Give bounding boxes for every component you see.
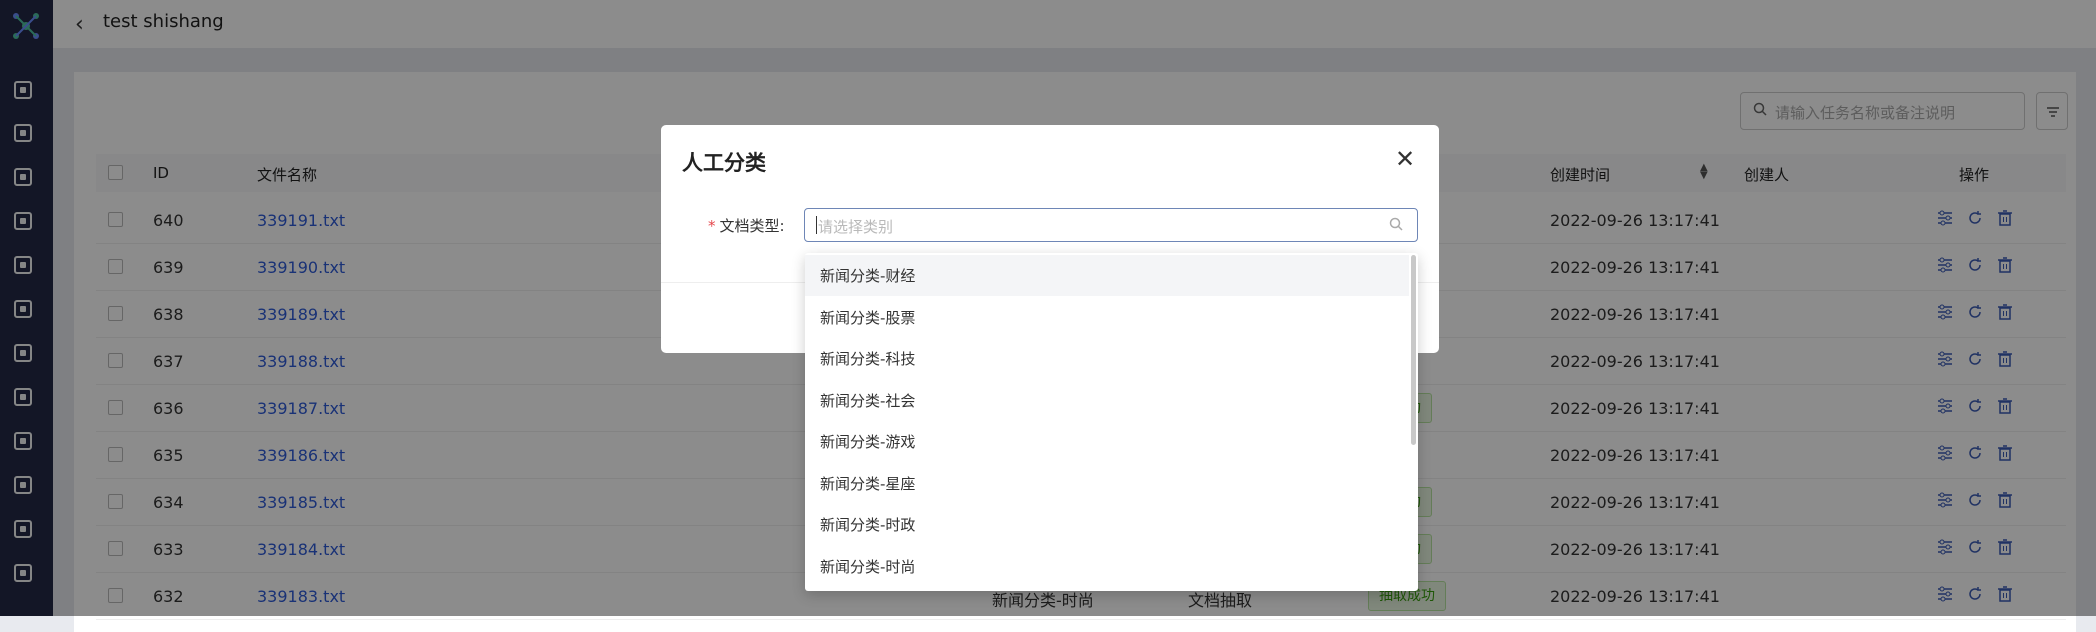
dropdown-option[interactable]: 新闻分类-游戏 bbox=[805, 421, 1409, 462]
doc-type-label-text: 文档类型 bbox=[719, 217, 780, 235]
dropdown-option[interactable]: 新闻分类-星座 bbox=[805, 463, 1409, 504]
dropdown-option[interactable]: 新闻分类-科技 bbox=[805, 338, 1409, 379]
dropdown-option-label: 新闻分类-财经 bbox=[820, 267, 916, 285]
text-cursor bbox=[816, 216, 817, 234]
dropdown-option-label: 新闻分类-社会 bbox=[820, 391, 916, 410]
dropdown-option-label: 新闻分类-时政 bbox=[820, 516, 916, 534]
doc-type-dropdown: 新闻分类-财经 新闻分类-股票 新闻分类-科技 新闻分类-社会 新闻分类-游戏 新闻分类-… bbox=[805, 253, 1418, 591]
label-colon: : bbox=[779, 217, 785, 235]
dropdown-scrollbar[interactable] bbox=[1411, 255, 1416, 445]
dropdown-option[interactable]: 新闻分类-时尚 bbox=[805, 546, 1409, 587]
doc-type-select[interactable]: 请选择类别 bbox=[804, 208, 1418, 242]
dropdown-option[interactable]: 新闻分类-时政 bbox=[805, 504, 1409, 545]
dropdown-option-label: 新闻分类-股票 bbox=[820, 308, 916, 327]
doc-type-label: * 文档类型: bbox=[708, 215, 785, 236]
close-icon[interactable]: ✕ bbox=[1395, 147, 1415, 171]
dropdown-option-label: 新闻分类-游戏 bbox=[820, 433, 916, 451]
dropdown-option[interactable]: 新闻分类-股票 bbox=[805, 297, 1409, 338]
required-mark: * bbox=[708, 217, 716, 235]
dropdown-option-label: 新闻分类-星座 bbox=[820, 474, 916, 493]
dropdown-option-label: 新闻分类-时尚 bbox=[820, 557, 916, 576]
dropdown-option[interactable]: 新闻分类-社会 bbox=[805, 380, 1409, 421]
select-placeholder: 请选择类别 bbox=[818, 218, 894, 236]
modal-title: 人工分类 bbox=[682, 151, 766, 175]
dropdown-option[interactable]: 新闻分类-财经 bbox=[805, 255, 1409, 296]
search-icon bbox=[1389, 217, 1403, 231]
dropdown-option-label: 新闻分类-科技 bbox=[820, 350, 916, 368]
